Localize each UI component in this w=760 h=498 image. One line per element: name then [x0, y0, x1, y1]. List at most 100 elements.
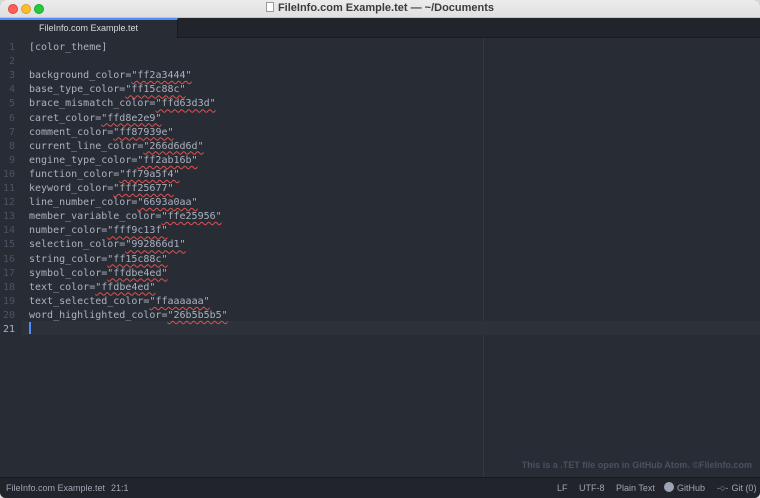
code-line: current_line_color="266d6d6d" — [29, 140, 204, 154]
line-number: 15 — [2, 239, 15, 251]
line-number-gutter[interactable]: 1 2 3 4 5 6 7 8 9 10 11 12 13 14 15 16 17 18 19 20 21 — [0, 38, 22, 477]
line-number: 12 — [2, 197, 15, 209]
code-line-key: number_color= — [29, 225, 108, 237]
code-line-key: engine_type_color= — [29, 154, 138, 166]
code-line-value: "ffdbe4ed" — [107, 267, 168, 279]
line-number: 19 — [2, 295, 15, 307]
code-line: symbol_color="ffdbe4ed" — [29, 267, 168, 281]
code-line: keyword_color="fff25677" — [29, 182, 174, 196]
code-line-value: "ff15c88c" — [125, 84, 186, 96]
status-bar: FileInfo.com Example.tet 21:1 LF UTF-8 P… — [0, 477, 760, 498]
code-line: string_color="ff15c88c" — [29, 253, 168, 267]
code-line: line_number_color="6693a0aa" — [29, 196, 198, 210]
code-line-key: text_color= — [29, 281, 96, 293]
code-line: engine_type_color="ff2ab16b" — [29, 154, 198, 168]
line-number: 16 — [2, 253, 15, 265]
code-line-value: "ff2a3444" — [131, 70, 192, 82]
code-line-value: "ff15c88c" — [107, 253, 168, 265]
line-number: 17 — [2, 267, 15, 279]
line-number: 21 — [2, 324, 15, 335]
line-number: 4 — [8, 84, 15, 96]
code-line-value: "fff9c13f" — [107, 225, 168, 237]
code-line: background_color="ff2a3444" — [29, 69, 192, 83]
git-commit-icon: -○- — [717, 483, 729, 493]
line-number: 10 — [2, 168, 15, 180]
code-line: number_color="fff9c13f" — [29, 224, 168, 238]
text-editor[interactable]: 1 2 3 4 5 6 7 8 9 10 11 12 13 14 15 16 17 18 19 20 21 [color… — [0, 38, 760, 477]
line-number: 6 — [8, 112, 15, 124]
code-line: text_color="ffdbe4ed" — [29, 281, 155, 295]
code-line: selection_color="992866d1" — [29, 238, 186, 252]
line-number: 8 — [8, 140, 15, 152]
code-line-key: [color_theme] — [29, 42, 108, 53]
line-number: 11 — [2, 183, 15, 194]
status-cursor-position[interactable]: 21:1 — [111, 478, 129, 498]
code-line-value: "fff25677" — [113, 183, 174, 194]
status-github-label: GitHub — [677, 483, 706, 493]
code-line: function_color="ff79a5f4" — [29, 168, 180, 182]
app-window: FileInfo.com Example.tet — ~/Documents F… — [0, 0, 760, 498]
code-line-key: brace_mismatch_color= — [29, 98, 156, 110]
code-line-value: "ffdbe4ed" — [95, 281, 156, 293]
code-line: base_type_color="ff15c88c" — [29, 83, 186, 97]
code-line: comment_color="ff87939e" — [29, 126, 174, 140]
code-line: brace_mismatch_color="ffd63d3d" — [29, 97, 216, 111]
code-line-value: "992866d1" — [125, 239, 186, 251]
code-line-value: "ffd63d3d" — [155, 98, 216, 110]
line-number: 18 — [2, 281, 15, 293]
line-number: 14 — [2, 225, 15, 237]
window-title-container: FileInfo.com Example.tet — ~/Documents — [0, 2, 760, 14]
current-line-highlight — [22, 321, 760, 335]
code-line-value: "6693a0aa" — [137, 197, 198, 209]
status-grammar[interactable]: Plain Text — [616, 478, 655, 498]
line-number: 1 — [8, 42, 15, 53]
code-line-key: text_selected_color= — [29, 295, 150, 307]
code-line: word_highlighted_color="26b5b5b5" — [29, 309, 228, 323]
github-icon — [664, 482, 674, 492]
code-line-value: "ff87939e" — [113, 126, 174, 138]
code-line-key: selection_color= — [29, 239, 126, 251]
tab-fileinfo-example[interactable]: FileInfo.com Example.tet — [0, 18, 178, 38]
document-icon — [265, 2, 274, 12]
status-encoding[interactable]: UTF-8 — [579, 478, 605, 498]
line-number: 3 — [8, 70, 15, 82]
code-line: [color_theme] — [29, 41, 107, 55]
code-line-value: "ff79a5f4" — [119, 168, 180, 180]
code-line-key: caret_color= — [29, 112, 102, 124]
window-title: FileInfo.com Example.tet — ~/Documents — [277, 2, 495, 14]
code-line-key: background_color= — [29, 70, 132, 82]
code-line-key: comment_color= — [29, 126, 114, 138]
watermark-text: This is a .TET file open in GitHub Atom.… — [521, 460, 752, 470]
code-line-key: line_number_color= — [29, 197, 138, 209]
code-line-key: string_color= — [29, 253, 108, 265]
code-line-key: keyword_color= — [29, 183, 114, 194]
line-number: 13 — [2, 211, 15, 223]
tab-bar: FileInfo.com Example.tet — [0, 18, 760, 38]
text-cursor — [29, 322, 31, 334]
line-number: 5 — [8, 98, 15, 110]
code-line-key: member_variable_color= — [29, 211, 162, 223]
status-git[interactable]: -○- Git (0) — [717, 478, 756, 498]
status-git-label: Git (0) — [731, 483, 757, 493]
code-line: caret_color="ffd8e2e9" — [29, 112, 161, 126]
line-number: 7 — [8, 126, 15, 138]
code-line: text_selected_color="ffaaaaaa" — [29, 295, 210, 309]
code-line-key: function_color= — [29, 168, 120, 180]
code-line-value: "266d6d6d" — [143, 140, 204, 152]
status-line-ending[interactable]: LF — [557, 478, 568, 498]
code-line-key: base_type_color= — [29, 84, 126, 96]
line-number: 2 — [8, 56, 15, 68]
code-line-key: current_line_color= — [29, 140, 144, 152]
code-line-value: "ffd8e2e9" — [101, 112, 162, 124]
status-github[interactable]: GitHub — [664, 478, 705, 498]
wrap-guide — [483, 38, 484, 477]
status-file-name[interactable]: FileInfo.com Example.tet — [6, 478, 105, 498]
code-line-value: "ffaaaaaa" — [149, 295, 210, 307]
title-bar[interactable]: FileInfo.com Example.tet — ~/Documents — [0, 0, 760, 18]
line-number: 20 — [2, 309, 15, 321]
code-line-value: "ff2ab16b" — [137, 154, 198, 166]
code-line: member_variable_color="ffe25956" — [29, 210, 222, 224]
code-line-value: "ffe25956" — [161, 211, 222, 223]
line-number: 9 — [8, 154, 15, 166]
code-line-key: symbol_color= — [29, 267, 108, 279]
